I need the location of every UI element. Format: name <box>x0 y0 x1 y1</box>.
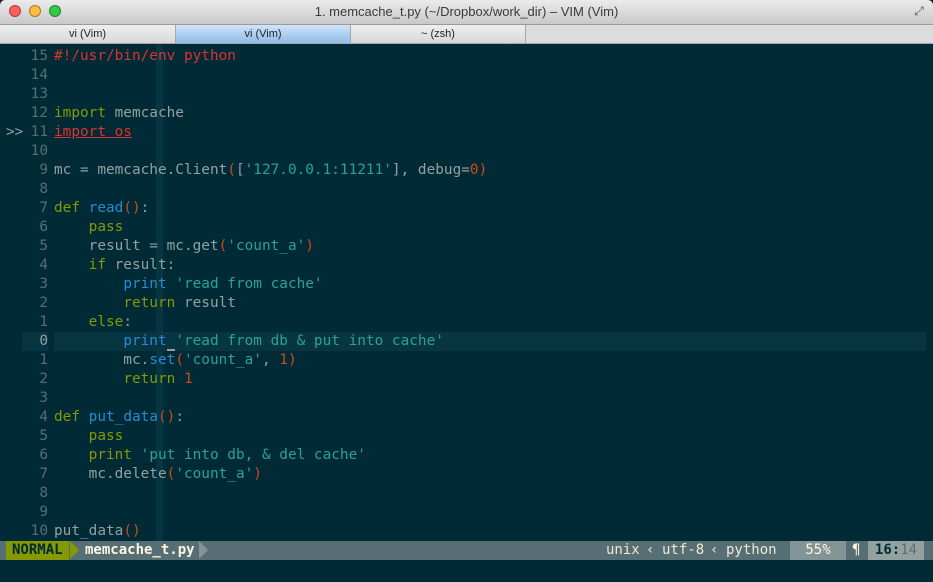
code-text: pass <box>88 428 124 444</box>
code-line[interactable]: 8 <box>0 180 933 199</box>
code-text: print 'read from cache' <box>123 276 323 292</box>
code-line[interactable]: 0 print 'read from db & put into cache' <box>0 332 933 351</box>
code-line[interactable]: 10 put_data() <box>0 522 933 541</box>
line-number: 6 <box>39 447 48 463</box>
line-number: 0 <box>22 332 48 351</box>
tab-vi-vim-1[interactable]: vi (Vim) <box>0 25 176 43</box>
line-number: 7 <box>39 200 48 216</box>
command-line[interactable] <box>0 560 933 582</box>
code-text: print 'read from db & put into cache' <box>123 333 444 351</box>
status-filename: memcache_t.py <box>85 542 195 558</box>
code-line[interactable]: 5 result = mc.get('count_a') <box>0 237 933 256</box>
code-line[interactable]: 7 mc.delete('count_a') <box>0 465 933 484</box>
code-line[interactable]: 1 else: <box>0 313 933 332</box>
code-line[interactable]: 1 mc.set('count_a', 1) <box>0 351 933 370</box>
code-text: return result <box>123 295 236 311</box>
code-text: mc.delete('count_a') <box>54 466 262 482</box>
code-line[interactable]: 15 #!/usr/bin/env python <box>0 47 933 66</box>
code-line[interactable]: 4 def put_data(): <box>0 408 933 427</box>
code-line[interactable]: 8 <box>0 484 933 503</box>
tab-bar: vi (Vim) vi (Vim) ~ (zsh) <box>0 25 933 44</box>
code-line[interactable]: 3 <box>0 389 933 408</box>
code-line[interactable]: 12 import memcache <box>0 104 933 123</box>
code-line[interactable]: 9 <box>0 503 933 522</box>
code-text: put_data() <box>54 523 141 539</box>
code-line[interactable]: 7 def read(): <box>0 199 933 218</box>
line-number-icon: ¶ <box>852 542 861 558</box>
line-number: 5 <box>39 428 48 444</box>
filename-arrow-icon <box>199 541 208 559</box>
status-filetype: python <box>726 542 777 558</box>
code-line[interactable]: 4 if result: <box>0 256 933 275</box>
line-number: 8 <box>39 181 48 197</box>
status-percent: 55% <box>790 541 846 560</box>
line-number: 2 <box>39 295 48 311</box>
line-number: 2 <box>39 371 48 387</box>
line-number: 9 <box>39 162 48 178</box>
status-position: 16:14 <box>868 541 924 560</box>
code-line[interactable]: >> 11 import os <box>0 123 933 142</box>
status-column-number: 14 <box>900 542 918 558</box>
code-text: mc.set('count_a', 1) <box>54 352 297 368</box>
code-line[interactable]: 2 return 1 <box>0 370 933 389</box>
code-line[interactable]: 6 pass <box>0 218 933 237</box>
code-line[interactable]: 10 <box>0 142 933 161</box>
code-line[interactable]: 13 <box>0 85 933 104</box>
title-bar: 1. memcache_t.py (~/Dropbox/work_dir) – … <box>0 0 933 25</box>
line-number: 3 <box>39 390 48 406</box>
code-line[interactable]: 14 <box>0 66 933 85</box>
code-line[interactable]: 6 print 'put into db, & del cache' <box>0 446 933 465</box>
mode-indicator: NORMAL <box>6 541 69 560</box>
code-text: if result: <box>88 257 176 273</box>
code-text: #!/usr/bin/env python <box>54 48 236 64</box>
line-number: 4 <box>39 409 48 425</box>
status-fileformat: unix <box>606 542 640 558</box>
code-line[interactable]: 5 pass <box>0 427 933 446</box>
tab-vi-vim-2[interactable]: vi (Vim) <box>176 25 351 43</box>
line-number: 11 <box>30 124 48 140</box>
status-encoding: utf-8 <box>662 542 705 558</box>
line-number: 14 <box>30 67 48 83</box>
code-text: return 1 <box>123 371 193 387</box>
code-line[interactable]: 3 print 'read from cache' <box>0 275 933 294</box>
vim-window: 1. memcache_t.py (~/Dropbox/work_dir) – … <box>0 0 933 582</box>
tab-zsh[interactable]: ~ (zsh) <box>351 25 526 43</box>
line-number: 1 <box>39 352 48 368</box>
line-number: 3 <box>39 276 48 292</box>
code-text: else: <box>88 314 132 330</box>
code-text: def read(): <box>54 200 150 216</box>
editor-pane[interactable]: 15 #!/usr/bin/env python 14 13 12 import memc… <box>0 44 933 541</box>
code-text: def put_data(): <box>54 409 184 425</box>
line-number: 1 <box>39 314 48 330</box>
code-text: result = mc.get('count_a') <box>54 238 314 254</box>
line-number: 12 <box>30 105 48 121</box>
line-number: 10 <box>30 143 48 159</box>
code-line[interactable]: 2 return result <box>0 294 933 313</box>
code-text: pass <box>88 219 124 235</box>
line-number: 13 <box>30 86 48 102</box>
status-line-number: 16 <box>874 542 892 558</box>
mode-arrow-icon <box>70 541 79 559</box>
line-number: 7 <box>39 466 48 482</box>
line-number: 4 <box>39 257 48 273</box>
status-line: NORMAL memcache_t.py unix ‹ utf-8 ‹ pyth… <box>0 541 933 560</box>
separator-icon: ‹ <box>710 542 719 558</box>
code-text: mc = memcache.Client(['127.0.0.1:11211']… <box>54 162 488 178</box>
line-number: 15 <box>30 48 48 64</box>
code-line[interactable]: 9 mc = memcache.Client(['127.0.0.1:11211'… <box>0 161 933 180</box>
separator-icon: ‹ <box>646 542 655 558</box>
line-number: 5 <box>39 238 48 254</box>
code-text: print 'put into db, & del cache' <box>88 447 366 463</box>
line-number: 10 <box>30 523 48 539</box>
code-text: import os <box>54 124 132 140</box>
line-number: 8 <box>39 485 48 501</box>
line-number: 9 <box>39 504 48 520</box>
line-number: 6 <box>39 219 48 235</box>
code-text: import memcache <box>54 105 184 121</box>
window-title: 1. memcache_t.py (~/Dropbox/work_dir) – … <box>314 4 619 19</box>
fullscreen-icon[interactable]: ⤢ <box>912 4 926 18</box>
